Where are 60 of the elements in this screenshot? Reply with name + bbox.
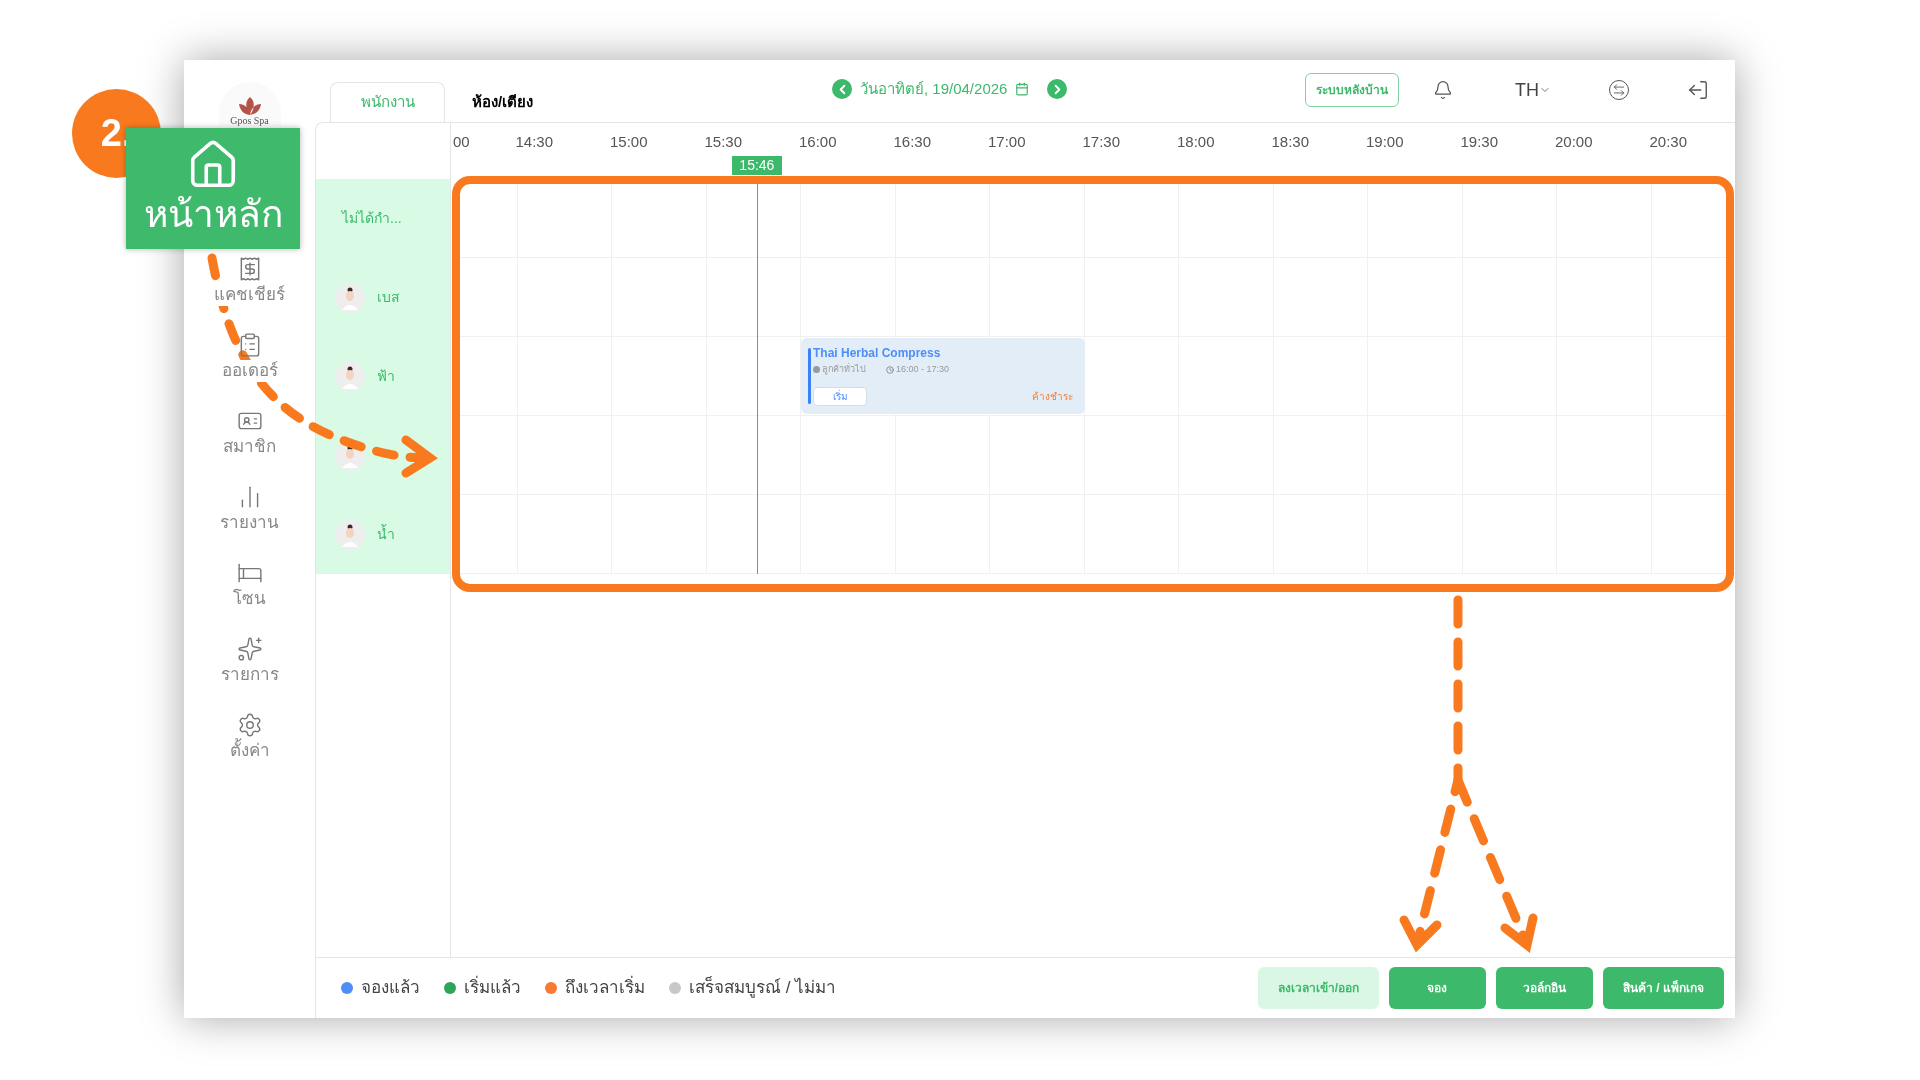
- time-label: 17:00: [988, 134, 1026, 149]
- action-button[interactable]: วอล์กอิน: [1496, 967, 1593, 1009]
- time-label: 00: [453, 134, 470, 149]
- logout-icon[interactable]: [1687, 79, 1709, 101]
- sidebar-item[interactable]: โซน: [199, 554, 300, 616]
- legend-label: เสร็จสมบูรณ์ / ไม่มา: [689, 975, 837, 1000]
- sidebar-item[interactable]: สมาชิก: [199, 402, 300, 464]
- time-label: 16:00: [799, 134, 837, 149]
- staff-row[interactable]: เบส: [316, 258, 450, 337]
- sidebar-item[interactable]: แคชเชียร์: [199, 250, 300, 312]
- notification-bell-icon[interactable]: [1433, 80, 1453, 100]
- time-label: 15:00: [610, 134, 648, 149]
- time-label: 20:30: [1649, 134, 1688, 149]
- time-label: 18:30: [1271, 134, 1310, 149]
- avatar-icon: [335, 361, 365, 392]
- customer-icon: [813, 366, 820, 374]
- clock-icon: [886, 365, 894, 374]
- tab[interactable]: พนักงาน: [330, 82, 445, 122]
- logo-text: Gpos Spa: [230, 116, 269, 126]
- customer-name: ลูกค้าทั่วไป: [822, 363, 866, 377]
- staff-row[interactable]: ฟ้า: [316, 337, 450, 416]
- legend-label: ถึงเวลาเริ่ม: [565, 975, 645, 1001]
- action-button[interactable]: สินค้า / แพ็กเกจ: [1603, 967, 1724, 1009]
- staff-row[interactable]: น้ำ: [316, 495, 450, 574]
- booking-card[interactable]: Thai Herbal Compress ลูกค้าทั่วไป 16:00 - 17:30 เริ่ม ค้างชำระ: [801, 338, 1085, 414]
- sidebar-item[interactable]: รายงาน: [199, 478, 300, 540]
- time-label: 16:30: [893, 134, 932, 149]
- tab[interactable]: ห้อง/เตียง: [445, 82, 560, 122]
- action-button[interactable]: ลงเวลาเข้า/ออก: [1257, 967, 1379, 1009]
- lotus-icon: [236, 96, 263, 116]
- time-label: 15:30: [704, 134, 743, 149]
- payment-status: ค้างชำระ: [1031, 390, 1073, 404]
- sidebar-item[interactable]: ออเดอร์: [199, 326, 300, 388]
- avatar-icon: [335, 282, 365, 313]
- legend-label: เริ่มแล้ว: [464, 975, 521, 1001]
- service-name: Thai Herbal Compress: [813, 346, 942, 361]
- logo[interactable]: Gpos Spa: [218, 82, 281, 126]
- calendar-icon[interactable]: [1015, 82, 1030, 97]
- booking-time: 16:00 - 17:30: [896, 363, 950, 376]
- backoffice-button[interactable]: ระบบหลังบ้าน: [1305, 73, 1399, 107]
- time-label: 20:00: [1555, 134, 1593, 149]
- legend-label: จองแล้ว: [361, 977, 420, 1000]
- staff-row[interactable]: ไม่ได้กำ...: [316, 179, 450, 258]
- callout-label: หน้าหลัก: [143, 193, 283, 238]
- start-button[interactable]: เริ่ม: [813, 387, 867, 406]
- previous-day-button[interactable]: [832, 79, 852, 100]
- services-icon: [236, 636, 263, 663]
- sidebar-item[interactable]: รายการ: [199, 630, 300, 692]
- next-day-button[interactable]: [1047, 79, 1068, 100]
- time-label: 17:30: [1082, 134, 1121, 149]
- date-label[interactable]: วันอาทิตย์, 19/04/2026: [860, 78, 1008, 101]
- action-button[interactable]: จอง: [1389, 967, 1486, 1009]
- sidebar-item[interactable]: ตั้งค่า: [199, 706, 300, 768]
- time-label: 19:00: [1366, 134, 1404, 149]
- current-time-badge: 15:46: [731, 156, 782, 175]
- language-selector[interactable]: TH: [1515, 76, 1551, 104]
- time-label: 19:30: [1460, 134, 1499, 149]
- time-label: 14:30: [515, 134, 554, 149]
- time-label: 18:00: [1177, 134, 1215, 149]
- avatar-icon: [335, 519, 365, 550]
